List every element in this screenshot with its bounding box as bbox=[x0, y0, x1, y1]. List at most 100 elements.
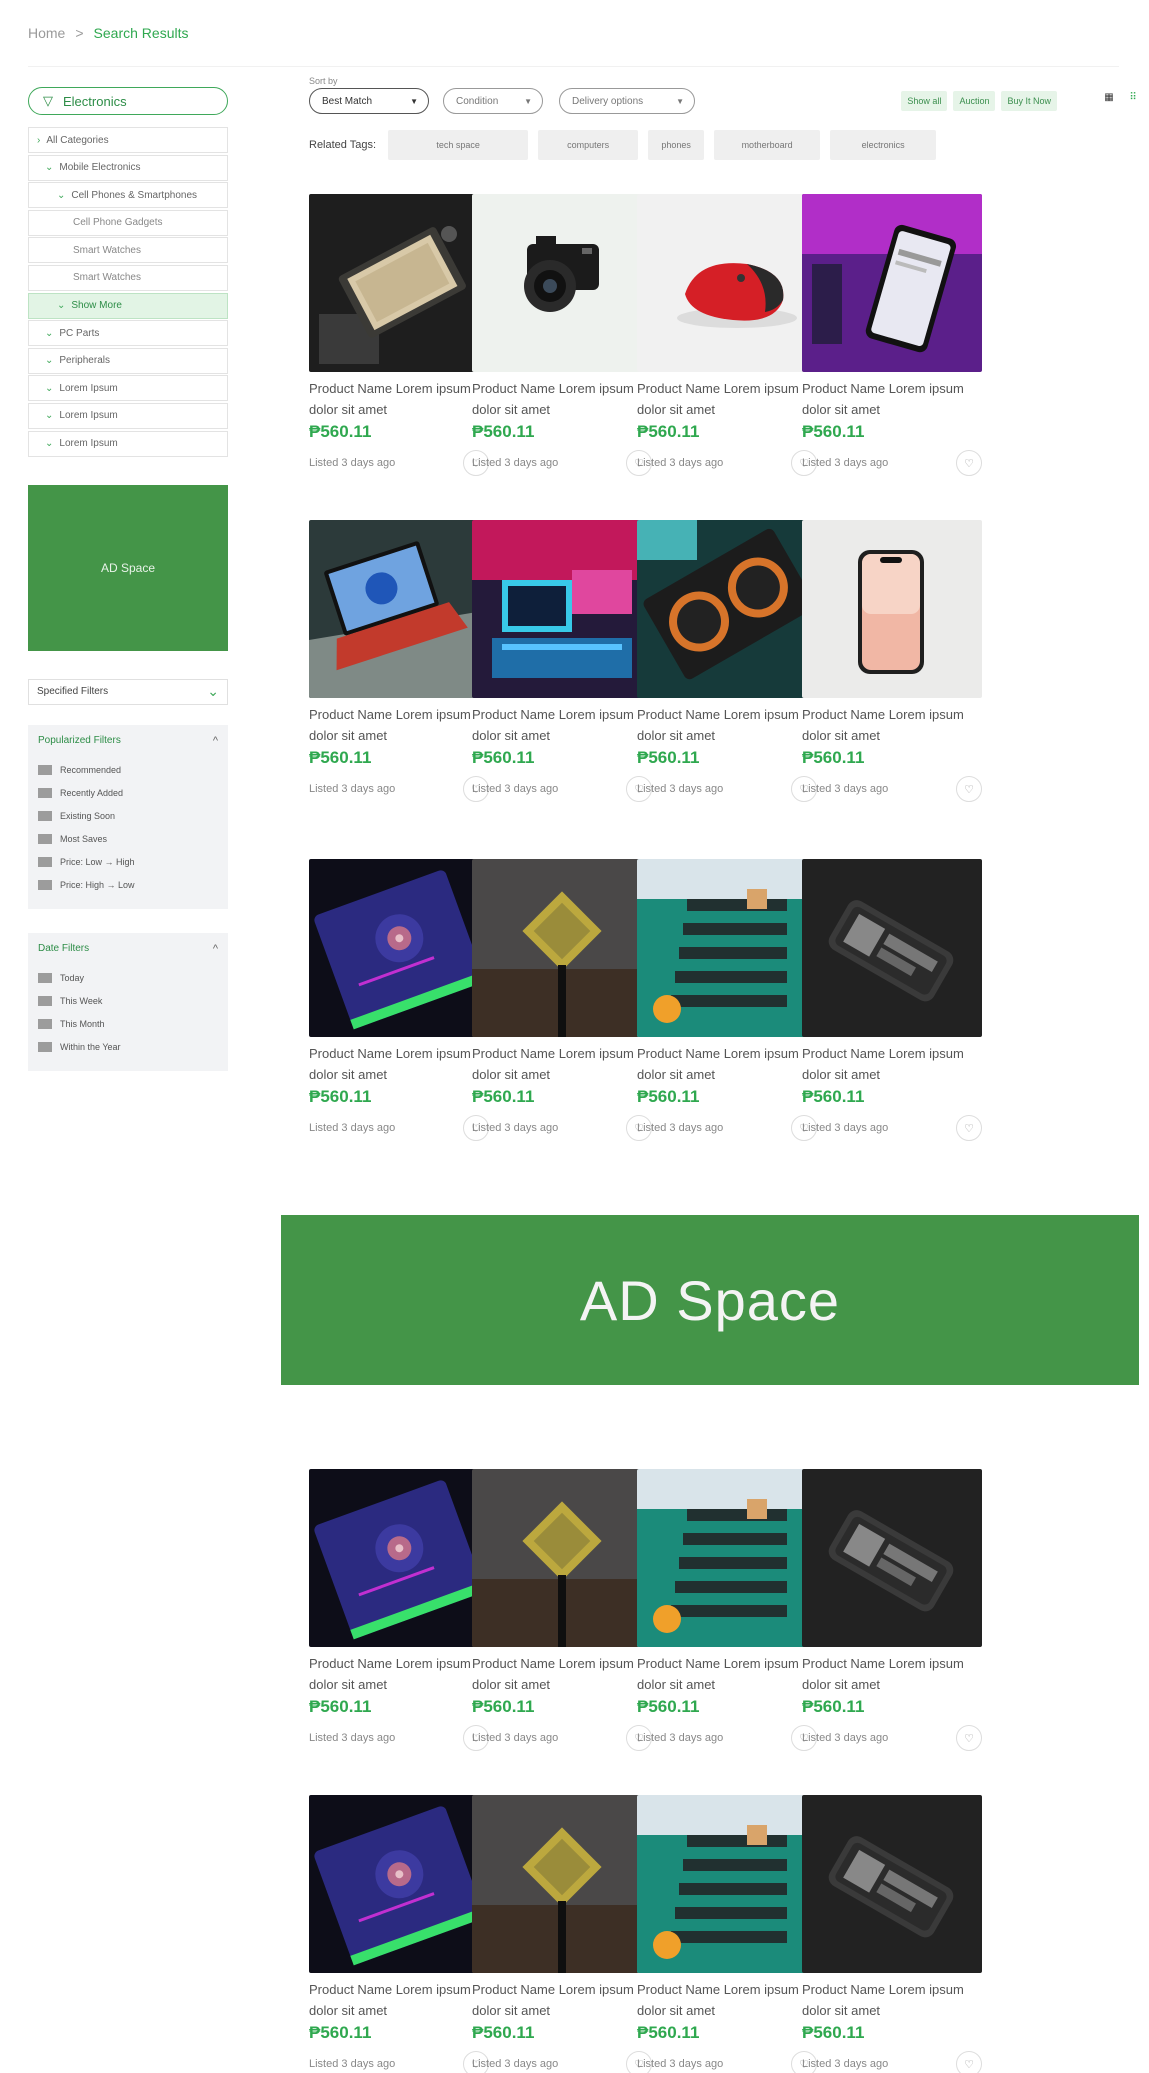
filter-option[interactable]: This Month bbox=[38, 1013, 218, 1036]
product-name[interactable]: Product Name Lorem ipsum dolor sit amet bbox=[309, 704, 489, 746]
heart-icon[interactable]: ♡ bbox=[956, 450, 982, 476]
product-name[interactable]: Product Name Lorem ipsum dolor sit amet bbox=[309, 378, 489, 420]
product-image[interactable] bbox=[472, 1469, 652, 1647]
product-name[interactable]: Product Name Lorem ipsum dolor sit amet bbox=[309, 1653, 489, 1695]
product-image[interactable] bbox=[472, 1795, 652, 1973]
checkbox[interactable] bbox=[38, 1042, 52, 1053]
product-name[interactable]: Product Name Lorem ipsum dolor sit amet bbox=[472, 1653, 652, 1695]
list-view-icon[interactable]: ▦ bbox=[1103, 91, 1115, 103]
tag-chip[interactable]: computers bbox=[538, 130, 639, 160]
product-image[interactable] bbox=[309, 520, 489, 698]
checkbox[interactable] bbox=[38, 788, 52, 799]
product-name[interactable]: Product Name Lorem ipsum dolor sit amet bbox=[637, 704, 817, 746]
checkbox[interactable] bbox=[38, 880, 52, 891]
product-name[interactable]: Product Name Lorem ipsum dolor sit amet bbox=[637, 1653, 817, 1695]
filter-option[interactable]: Today bbox=[38, 967, 218, 990]
product-name[interactable]: Product Name Lorem ipsum dolor sit amet bbox=[472, 704, 652, 746]
product-card[interactable]: Product Name Lorem ipsum dolor sit amet ₱… bbox=[472, 1469, 652, 1751]
product-name[interactable]: Product Name Lorem ipsum dolor sit amet bbox=[637, 378, 817, 420]
product-name[interactable]: Product Name Lorem ipsum dolor sit amet bbox=[309, 1979, 489, 2021]
category-item[interactable]: ⌄ Lorem Ipsum bbox=[28, 375, 228, 402]
product-name[interactable]: Product Name Lorem ipsum dolor sit amet bbox=[802, 704, 982, 746]
tag-chip[interactable]: motherboard bbox=[714, 130, 821, 160]
product-image[interactable] bbox=[309, 1795, 489, 1973]
product-image[interactable] bbox=[802, 520, 982, 698]
tag-chip[interactable]: phones bbox=[648, 130, 705, 160]
product-image[interactable] bbox=[472, 520, 652, 698]
product-image[interactable] bbox=[802, 1469, 982, 1647]
category-item[interactable]: Smart Watches bbox=[28, 264, 228, 291]
product-card[interactable]: Product Name Lorem ipsum dolor sit amet ₱… bbox=[309, 520, 489, 802]
product-image[interactable] bbox=[309, 859, 489, 1037]
filter-option[interactable]: Within the Year bbox=[38, 1036, 218, 1059]
product-image[interactable] bbox=[472, 859, 652, 1037]
filter-option[interactable]: Price: High → Low bbox=[38, 874, 218, 897]
product-image[interactable] bbox=[637, 1795, 817, 1973]
product-card[interactable]: Product Name Lorem ipsum dolor sit amet ₱… bbox=[472, 194, 652, 476]
condition-dropdown[interactable]: Condition ▼ bbox=[443, 88, 543, 114]
product-card[interactable]: Product Name Lorem ipsum dolor sit amet ₱… bbox=[802, 520, 982, 802]
specified-filters[interactable]: Specified Filters ⌄ bbox=[28, 678, 228, 705]
product-card[interactable]: Product Name Lorem ipsum dolor sit amet ₱… bbox=[802, 1795, 982, 2073]
category-item[interactable]: ⌄ Lorem Ipsum bbox=[28, 402, 228, 429]
checkbox[interactable] bbox=[38, 973, 52, 984]
product-image[interactable] bbox=[309, 1469, 489, 1647]
product-card[interactable]: Product Name Lorem ipsum dolor sit amet ₱… bbox=[637, 1469, 817, 1751]
product-name[interactable]: Product Name Lorem ipsum dolor sit amet bbox=[472, 378, 652, 420]
product-card[interactable]: Product Name Lorem ipsum dolor sit amet ₱… bbox=[472, 1795, 652, 2073]
category-item[interactable]: ⌄ Mobile Electronics bbox=[28, 154, 228, 181]
checkbox[interactable] bbox=[38, 811, 52, 822]
product-image[interactable] bbox=[637, 859, 817, 1037]
heart-icon[interactable]: ♡ bbox=[956, 1725, 982, 1751]
delivery-dropdown[interactable]: Delivery options ▼ bbox=[559, 88, 695, 114]
product-image[interactable] bbox=[802, 859, 982, 1037]
heart-icon[interactable]: ♡ bbox=[956, 1115, 982, 1141]
breadcrumb-home[interactable]: Home bbox=[28, 25, 65, 41]
popularized-filters-header[interactable]: Popularized Filters ^ bbox=[38, 735, 218, 747]
product-card[interactable]: Product Name Lorem ipsum dolor sit amet ₱… bbox=[309, 1469, 489, 1751]
category-item[interactable]: ⌄ PC Parts bbox=[28, 320, 228, 347]
listing-type-pill[interactable]: Show all bbox=[901, 91, 948, 111]
product-name[interactable]: Product Name Lorem ipsum dolor sit amet bbox=[802, 378, 982, 420]
filter-option[interactable]: Price: Low → High bbox=[38, 851, 218, 874]
heart-icon[interactable]: ♡ bbox=[956, 776, 982, 802]
sort-dropdown[interactable]: Best Match ▼ bbox=[309, 88, 429, 114]
product-card[interactable]: Product Name Lorem ipsum dolor sit amet ₱… bbox=[802, 859, 982, 1141]
category-item[interactable]: ⌄ Show More bbox=[28, 292, 228, 319]
product-name[interactable]: Product Name Lorem ipsum dolor sit amet bbox=[637, 1043, 817, 1085]
category-item[interactable]: Smart Watches bbox=[28, 237, 228, 264]
product-card[interactable]: Product Name Lorem ipsum dolor sit amet ₱… bbox=[309, 1795, 489, 2073]
product-image[interactable] bbox=[637, 520, 817, 698]
checkbox[interactable] bbox=[38, 996, 52, 1007]
tag-chip[interactable]: electronics bbox=[830, 130, 937, 160]
grid-view-icon[interactable]: ⠿ bbox=[1127, 91, 1139, 103]
product-card[interactable]: Product Name Lorem ipsum dolor sit amet ₱… bbox=[637, 859, 817, 1141]
checkbox[interactable] bbox=[38, 1019, 52, 1030]
product-card[interactable]: Product Name Lorem ipsum dolor sit amet ₱… bbox=[637, 194, 817, 476]
product-card[interactable]: Product Name Lorem ipsum dolor sit amet ₱… bbox=[309, 194, 489, 476]
checkbox[interactable] bbox=[38, 834, 52, 845]
product-name[interactable]: Product Name Lorem ipsum dolor sit amet bbox=[472, 1043, 652, 1085]
checkbox[interactable] bbox=[38, 857, 52, 868]
filter-option[interactable]: Recommended bbox=[38, 759, 218, 782]
product-image[interactable] bbox=[802, 1795, 982, 1973]
product-card[interactable]: Product Name Lorem ipsum dolor sit amet ₱… bbox=[472, 520, 652, 802]
heart-icon[interactable]: ♡ bbox=[956, 2051, 982, 2073]
category-item[interactable]: ⌄ Lorem Ipsum bbox=[28, 430, 228, 457]
product-name[interactable]: Product Name Lorem ipsum dolor sit amet bbox=[472, 1979, 652, 2021]
product-card[interactable]: Product Name Lorem ipsum dolor sit amet ₱… bbox=[309, 859, 489, 1141]
product-card[interactable]: Product Name Lorem ipsum dolor sit amet ₱… bbox=[472, 859, 652, 1141]
category-item[interactable]: ⌄ Cell Phones & Smartphones bbox=[28, 182, 228, 209]
filter-option[interactable]: Existing Soon bbox=[38, 805, 218, 828]
product-card[interactable]: Product Name Lorem ipsum dolor sit amet ₱… bbox=[802, 1469, 982, 1751]
product-image[interactable] bbox=[637, 1469, 817, 1647]
filter-option[interactable]: Recently Added bbox=[38, 782, 218, 805]
date-filters-header[interactable]: Date Filters ^ bbox=[38, 943, 218, 955]
product-name[interactable]: Product Name Lorem ipsum dolor sit amet bbox=[802, 1043, 982, 1085]
product-image[interactable] bbox=[637, 194, 817, 372]
main-ad-banner[interactable]: AD Space bbox=[281, 1215, 1139, 1385]
filter-option[interactable]: Most Saves bbox=[38, 828, 218, 851]
sidebar-ad[interactable]: AD Space bbox=[28, 484, 228, 651]
product-image[interactable] bbox=[309, 194, 489, 372]
listing-type-pill[interactable]: Auction bbox=[953, 91, 996, 111]
